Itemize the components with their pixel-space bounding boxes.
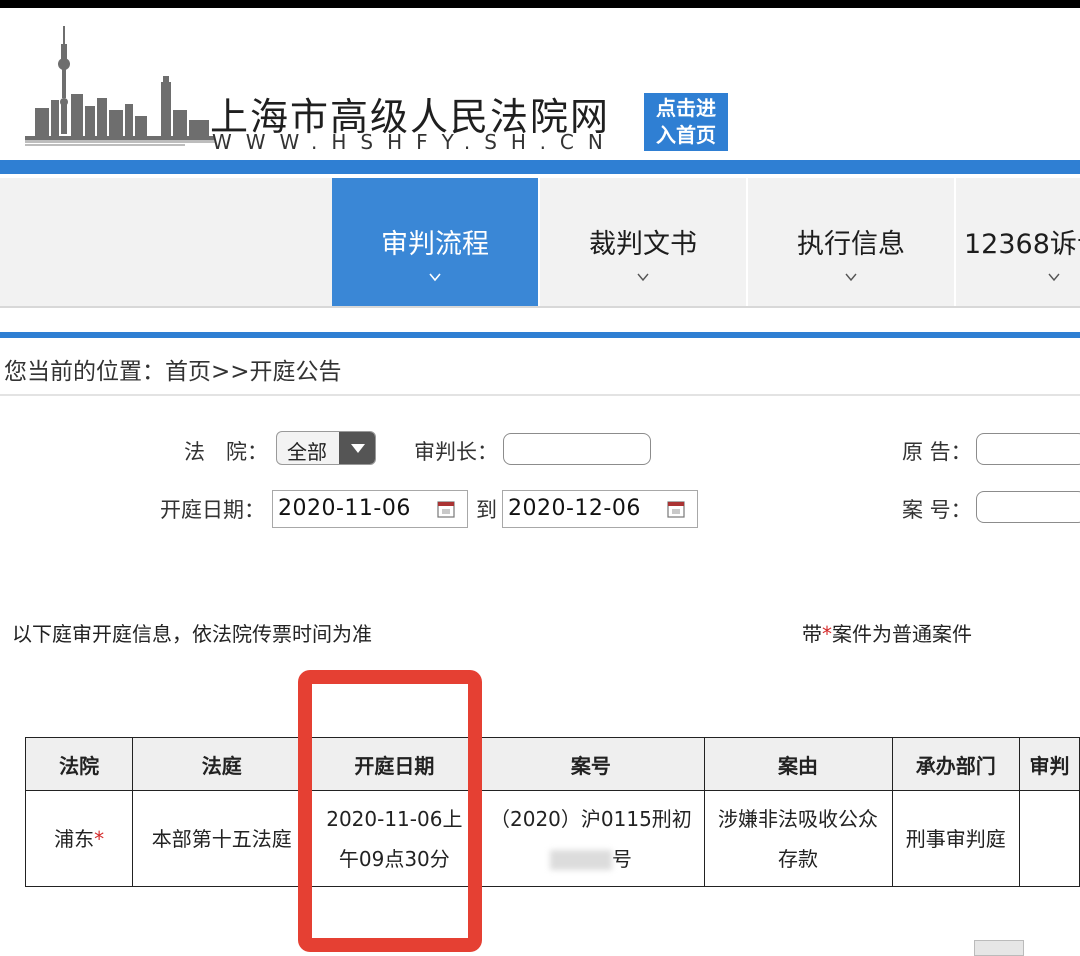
date-range-separator: 到 [476,498,497,522]
main-nav: 审判流程 裁判文书 执行信息 12368诉讼 [0,178,1080,306]
top-black-bar [0,0,1080,8]
legend-star: * [822,622,832,646]
plaintiff-label: 原 告： [902,440,972,464]
calendar-icon[interactable] [437,500,455,518]
nav-item-12368[interactable]: 12368诉讼 [956,178,1080,306]
cell-dept: 刑事审判庭 [891,790,1021,887]
home-button-line-1: 点击进 [656,96,716,120]
table-row: 浦东* 本部第十五法庭 2020-11-06上午09点30分 （2020）沪01… [24,790,1080,887]
date-to-value: 2020-12-06 [508,496,641,521]
case-number-input[interactable] [976,491,1080,523]
nav-item-label: 12368诉讼 [964,229,1080,260]
col-header-date: 开庭日期 [310,737,479,791]
date-to-input[interactable]: 2020-12-06 [502,490,698,528]
nav-item-enforcement[interactable]: 执行信息 [748,178,954,306]
skyline-logo-icon [25,26,215,146]
legend-suffix: 案件为普通案件 [832,622,972,646]
redacted-case-number [549,850,612,870]
section-blue-rule [0,332,1080,338]
nav-item-judgments[interactable]: 裁判文书 [540,178,746,306]
col-header-room: 法庭 [132,737,312,791]
legend-prefix: 带 [802,622,822,646]
date-from-value: 2020-11-06 [278,496,411,521]
case-no-prefix: （2020）沪0115刑初 [490,806,692,831]
cell-case-no[interactable]: （2020）沪0115刑初号 [477,790,705,887]
court-label: 法 院： [184,440,268,464]
chevron-down-icon [429,273,441,282]
nav-item-label: 裁判文书 [589,229,697,260]
col-header-judge: 审判 [1019,737,1080,791]
col-header-court: 法院 [24,737,134,791]
corner-button[interactable] [974,940,1024,956]
cell-court: 浦东* [24,790,134,887]
hearing-table: 法院 法庭 开庭日期 案号 案由 承办部门 审判 浦东* 本部第十五法庭 202… [24,737,1080,887]
court-select-value: 全部 [287,440,327,464]
cell-cause: 涉嫌非法吸收公众存款 [703,790,893,887]
hearing-notice-text: 以下庭审开庭信息，依法院传票时间为准 [12,622,372,646]
case-no-suffix: 号 [611,846,632,871]
col-header-cause: 案由 [703,737,893,791]
home-button[interactable]: 点击进 入首页 [644,93,728,151]
breadcrumb: 您当前的位置：首页>>开庭公告 [4,359,342,385]
col-header-dept: 承办部门 [891,737,1021,791]
cell-judge [1019,790,1080,887]
cell-room: 本部第十五法庭 [132,790,312,887]
calendar-icon[interactable] [667,500,685,518]
table-header-row: 法院 法庭 开庭日期 案号 案由 承办部门 审判 [24,737,1080,791]
nav-item-trial-process[interactable]: 审判流程 [332,178,538,306]
chevron-down-icon [845,273,857,282]
col-header-case-no: 案号 [477,737,705,791]
nav-bottom-line [0,306,1080,308]
dropdown-arrow-icon [339,432,375,464]
judge-input[interactable] [503,433,651,465]
hearing-date-label: 开庭日期： [160,498,265,522]
home-button-line-2: 入首页 [656,123,716,147]
court-select[interactable]: 全部 [276,431,376,465]
chevron-down-icon [1048,273,1060,282]
plaintiff-input[interactable] [976,433,1080,465]
header-blue-rule [0,160,1080,174]
cell-court-name: 浦东 [54,826,95,851]
cell-date: 2020-11-06上午09点30分 [310,790,479,887]
ordinary-case-star: * [94,826,105,851]
chevron-down-icon [637,273,649,282]
judge-label: 审判长： [414,440,498,464]
site-url: WWW.HSHFY.SH.CN [212,130,617,154]
nav-item-label: 审判流程 [381,229,489,260]
legend-note: 带*案件为普通案件 [802,618,972,647]
breadcrumb-divider [0,394,1080,396]
date-from-input[interactable]: 2020-11-06 [272,490,468,528]
case-number-label: 案 号： [902,498,972,522]
nav-item-label: 执行信息 [797,229,905,260]
